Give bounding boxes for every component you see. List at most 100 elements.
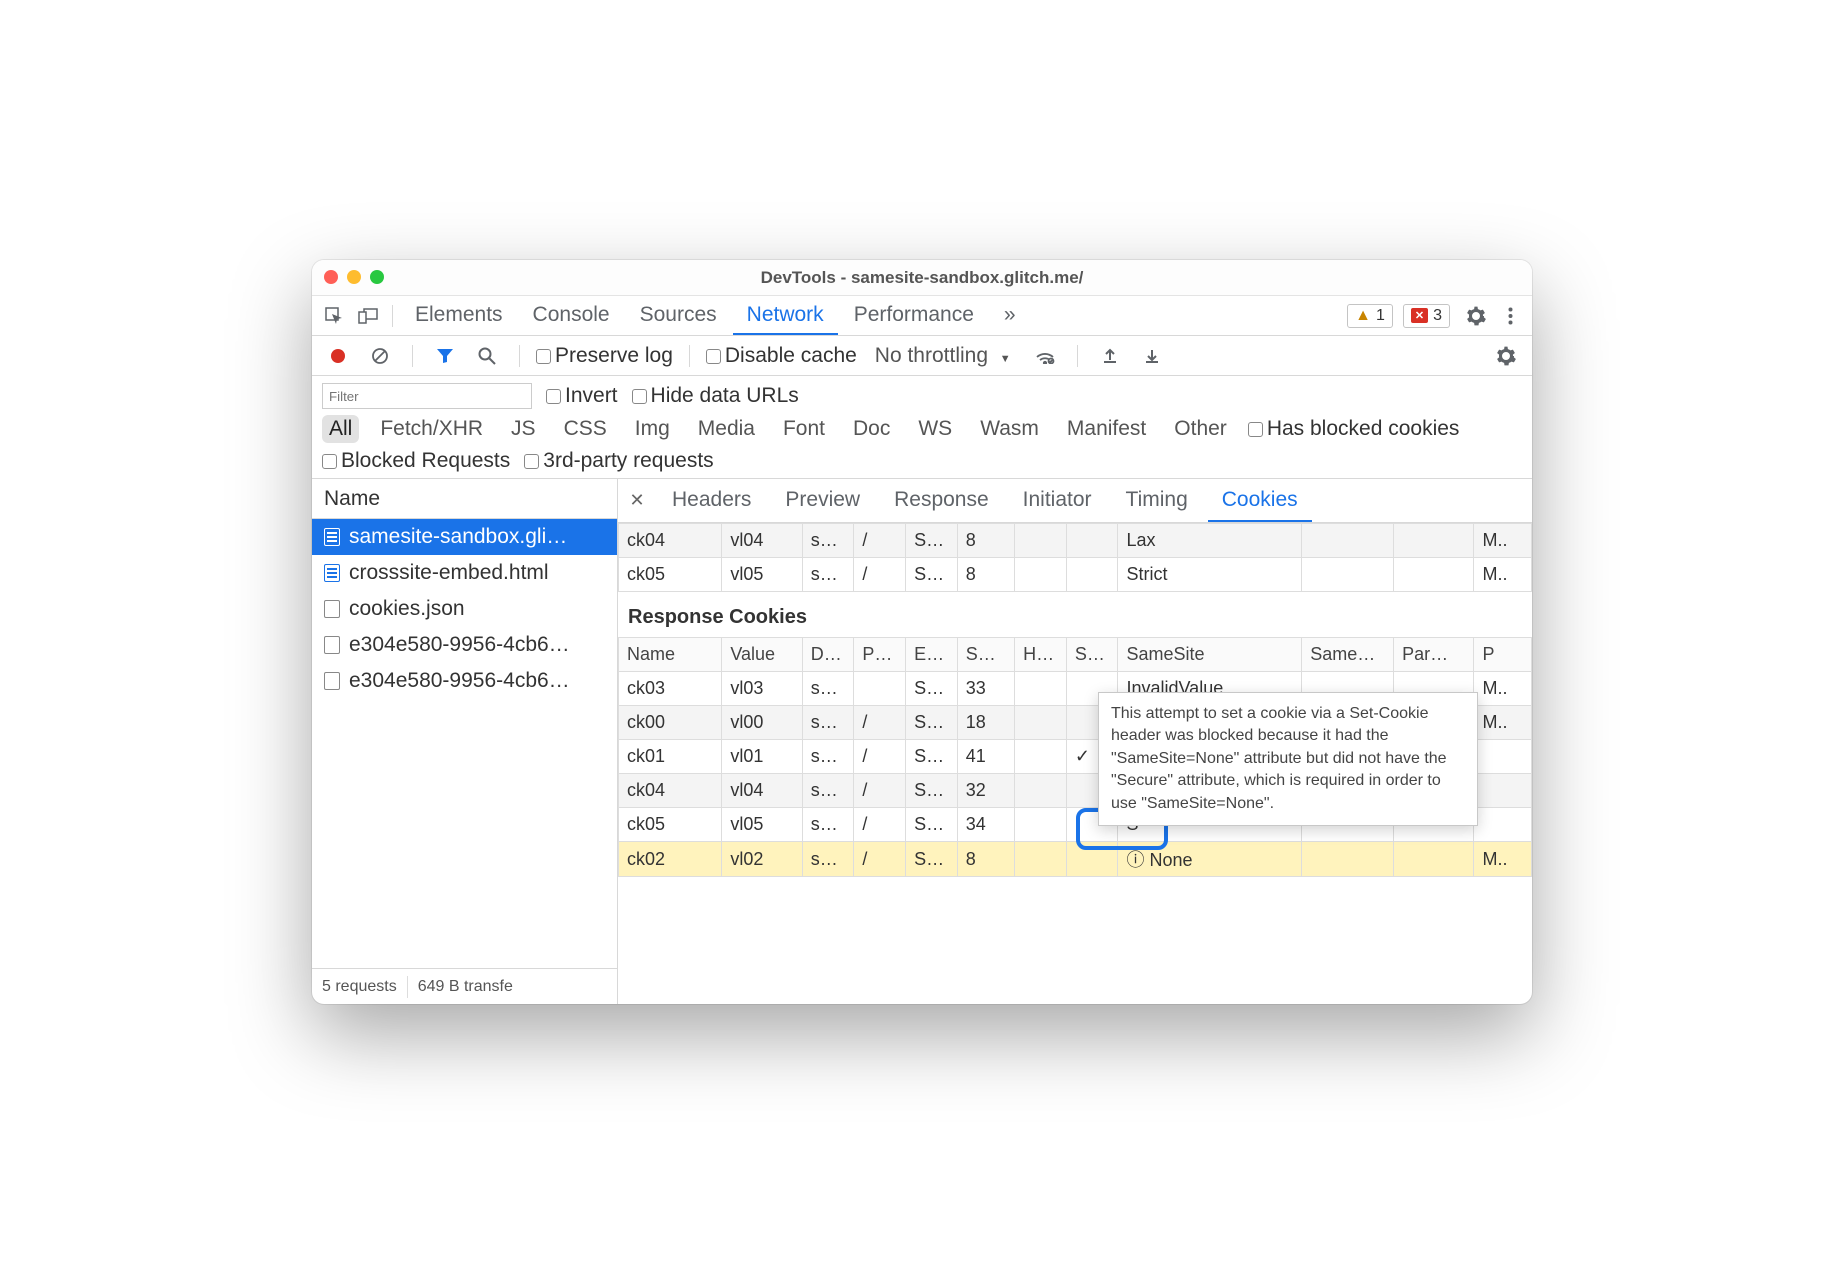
- export-har-icon[interactable]: [1136, 341, 1168, 371]
- blocked-requests-checkbox[interactable]: Blocked Requests: [322, 449, 510, 473]
- more-tabs-button[interactable]: »: [990, 297, 1030, 335]
- filter-type-wasm[interactable]: Wasm: [973, 415, 1046, 443]
- throttling-select[interactable]: No throttling ▼: [867, 344, 1019, 368]
- table-cell: ck03: [619, 672, 722, 706]
- filter-type-img[interactable]: Img: [628, 415, 677, 443]
- maximize-window-button[interactable]: [370, 270, 384, 284]
- dtab-preview[interactable]: Preview: [771, 480, 874, 522]
- import-har-icon[interactable]: [1094, 341, 1126, 371]
- hide-data-urls-checkbox[interactable]: Hide data URLs: [632, 384, 799, 408]
- table-cell: 33: [957, 672, 1014, 706]
- filter-type-css[interactable]: CSS: [557, 415, 614, 443]
- column-header[interactable]: Par…: [1394, 638, 1474, 672]
- table-cell: [854, 672, 906, 706]
- table-row[interactable]: ck05vl05s…/S…8StrictM..: [619, 558, 1532, 592]
- table-cell: ck05: [619, 808, 722, 842]
- filter-type-fetch[interactable]: Fetch/XHR: [373, 415, 490, 443]
- filter-type-manifest[interactable]: Manifest: [1060, 415, 1153, 443]
- table-cell: S…: [906, 808, 958, 842]
- kebab-menu-icon[interactable]: [1494, 301, 1526, 331]
- filter-type-js[interactable]: JS: [504, 415, 543, 443]
- column-header[interactable]: S…: [957, 638, 1014, 672]
- request-list: Name samesite-sandbox.gli…crosssite-embe…: [312, 479, 618, 1004]
- filter-input[interactable]: [322, 383, 532, 409]
- dtab-headers[interactable]: Headers: [658, 480, 765, 522]
- tab-network[interactable]: Network: [733, 297, 838, 335]
- table-cell: /: [854, 558, 906, 592]
- minimize-window-button[interactable]: [347, 270, 361, 284]
- table-cell: S…: [906, 706, 958, 740]
- warnings-badge[interactable]: ▲1: [1347, 304, 1393, 328]
- column-header[interactable]: S…: [1066, 638, 1118, 672]
- network-settings-icon[interactable]: [1490, 341, 1522, 371]
- request-list-header: Name: [312, 479, 617, 519]
- cookies-panel[interactable]: ck04vl04s…/S…8LaxM..ck05vl05s…/S…8Strict…: [618, 523, 1532, 1004]
- table-cell: S…: [906, 524, 958, 558]
- record-button[interactable]: [322, 341, 354, 371]
- column-header[interactable]: E…: [906, 638, 958, 672]
- table-cell: ck01: [619, 740, 722, 774]
- filter-type-ws[interactable]: WS: [911, 415, 959, 443]
- table-cell: M..: [1474, 706, 1532, 740]
- table-row[interactable]: ck04vl04s…/S…8LaxM..: [619, 524, 1532, 558]
- filter-type-doc[interactable]: Doc: [846, 415, 897, 443]
- response-cookies-title: Response Cookies: [618, 592, 1532, 637]
- separator: [392, 305, 393, 327]
- close-window-button[interactable]: [324, 270, 338, 284]
- table-cell: [1066, 842, 1118, 877]
- table-cell: /: [854, 774, 906, 808]
- request-row[interactable]: samesite-sandbox.gli…: [312, 519, 617, 555]
- filter-type-media[interactable]: Media: [691, 415, 762, 443]
- filter-type-all[interactable]: All: [322, 415, 359, 443]
- third-party-checkbox[interactable]: 3rd-party requests: [524, 449, 713, 473]
- table-cell: ck00: [619, 706, 722, 740]
- tab-console[interactable]: Console: [519, 297, 624, 335]
- status-requests: 5 requests: [322, 978, 397, 996]
- table-cell: /: [854, 842, 906, 877]
- dtab-response[interactable]: Response: [880, 480, 1003, 522]
- search-icon[interactable]: [471, 341, 503, 371]
- detail-pane: ✕ Headers Preview Response Initiator Tim…: [618, 479, 1532, 1004]
- inspect-icon[interactable]: [318, 301, 350, 331]
- tab-performance[interactable]: Performance: [840, 297, 988, 335]
- column-header[interactable]: Name: [619, 638, 722, 672]
- filter-type-font[interactable]: Font: [776, 415, 832, 443]
- close-detail-button[interactable]: ✕: [622, 490, 652, 511]
- device-toolbar-icon[interactable]: [352, 301, 384, 331]
- table-cell: [1302, 524, 1394, 558]
- request-row[interactable]: crosssite-embed.html: [312, 555, 617, 591]
- column-header[interactable]: P: [1474, 638, 1532, 672]
- has-blocked-cookies-checkbox[interactable]: Has blocked cookies: [1248, 417, 1460, 441]
- settings-icon[interactable]: [1460, 301, 1492, 331]
- table-cell: S…: [906, 740, 958, 774]
- clear-button[interactable]: [364, 341, 396, 371]
- dtab-initiator[interactable]: Initiator: [1009, 480, 1106, 522]
- column-header[interactable]: Same…: [1302, 638, 1394, 672]
- dtab-cookies[interactable]: Cookies: [1208, 480, 1312, 522]
- request-row[interactable]: cookies.json: [312, 591, 617, 627]
- table-row[interactable]: ck02vl02s…/S…8ⓘ NoneM..: [619, 842, 1532, 877]
- dtab-timing[interactable]: Timing: [1112, 480, 1202, 522]
- column-header[interactable]: P…: [854, 638, 906, 672]
- table-cell: M..: [1474, 672, 1532, 706]
- column-header[interactable]: SameSite: [1118, 638, 1302, 672]
- tab-elements[interactable]: Elements: [401, 297, 517, 335]
- table-cell: /: [854, 706, 906, 740]
- tab-sources[interactable]: Sources: [626, 297, 731, 335]
- request-row[interactable]: e304e580-9956-4cb6…: [312, 663, 617, 699]
- filter-icon[interactable]: [429, 341, 461, 371]
- column-header[interactable]: D…: [802, 638, 854, 672]
- filter-type-other[interactable]: Other: [1167, 415, 1234, 443]
- table-cell: /: [854, 524, 906, 558]
- column-header[interactable]: Value: [722, 638, 802, 672]
- table-cell: s…: [802, 558, 854, 592]
- errors-badge[interactable]: ✕3: [1403, 304, 1450, 328]
- column-header[interactable]: H…: [1015, 638, 1067, 672]
- request-row[interactable]: e304e580-9956-4cb6…: [312, 627, 617, 663]
- table-cell: 18: [957, 706, 1014, 740]
- preserve-log-checkbox[interactable]: Preserve log: [536, 344, 673, 368]
- disable-cache-checkbox[interactable]: Disable cache: [706, 344, 857, 368]
- invert-checkbox[interactable]: Invert: [546, 384, 618, 408]
- request-list-body[interactable]: samesite-sandbox.gli…crosssite-embed.htm…: [312, 519, 617, 968]
- network-conditions-icon[interactable]: [1029, 341, 1061, 371]
